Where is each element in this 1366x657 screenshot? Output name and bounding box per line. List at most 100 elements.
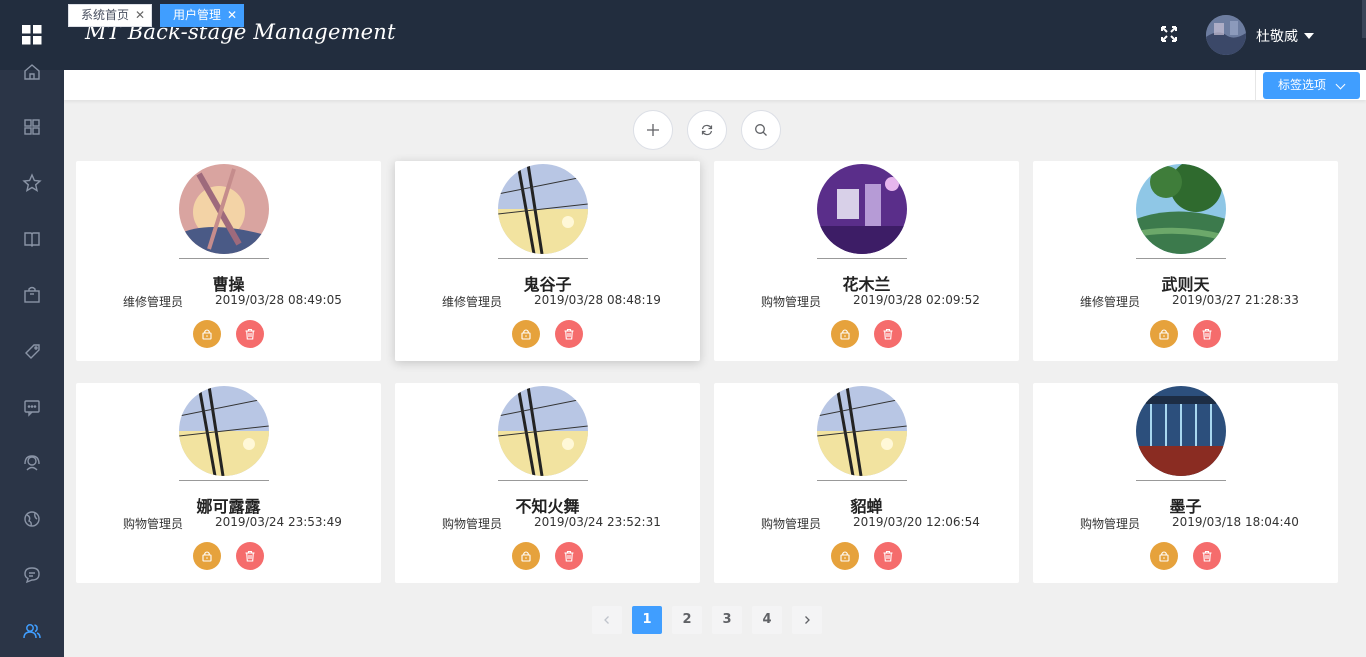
user-role: 购物管理员	[123, 517, 184, 531]
sidebar-item-favorites[interactable]	[22, 173, 42, 193]
scroll-indicator	[1362, 0, 1366, 38]
tab-home[interactable]: 系统首页 ✕	[68, 4, 152, 27]
delete-button[interactable]	[874, 320, 902, 348]
user-card[interactable]: 花木兰 购物管理员 2019/03/28 02:09:52	[714, 161, 1019, 361]
tags-bar	[64, 70, 1366, 100]
lock-button[interactable]	[831, 320, 859, 348]
user-name: 花木兰	[842, 275, 891, 294]
lock-icon	[521, 551, 531, 562]
trash-icon	[883, 550, 893, 562]
user-avatar	[498, 386, 588, 476]
user-avatar[interactable]	[1206, 15, 1246, 55]
message-icon	[24, 400, 40, 417]
fullscreen-icon[interactable]	[1159, 24, 1179, 44]
page-button-3[interactable]: 3	[712, 606, 742, 634]
delete-button[interactable]	[1193, 542, 1221, 570]
grid-menu-icon[interactable]	[22, 25, 42, 45]
user-card[interactable]: 墨子 购物管理员 2019/03/18 18:04:40	[1033, 383, 1338, 583]
user-role: 购物管理员	[761, 517, 822, 531]
user-role: 维修管理员	[123, 295, 184, 309]
user-dropdown-caret-icon[interactable]	[1304, 33, 1314, 39]
divider	[179, 258, 269, 259]
prev-page-button[interactable]	[592, 606, 622, 634]
user-role: 购物管理员	[442, 517, 503, 531]
lock-button[interactable]	[1150, 542, 1178, 570]
search-button[interactable]	[741, 110, 781, 150]
user-name: 娜可露露	[196, 497, 261, 516]
tab-options-button[interactable]: 标签选项	[1263, 72, 1360, 99]
sidebar-item-shop[interactable]	[22, 285, 42, 305]
user-name: 不知火舞	[515, 497, 580, 516]
sidebar-item-users[interactable]	[22, 621, 42, 641]
close-icon[interactable]: ✕	[227, 5, 237, 26]
user-name: 貂蝉	[850, 497, 883, 516]
divider	[1136, 258, 1226, 259]
user-avatar	[1136, 164, 1226, 254]
trash-icon	[883, 328, 893, 340]
user-card[interactable]: 鬼谷子 维修管理员 2019/03/28 08:48:19	[395, 161, 700, 361]
book-icon	[24, 232, 40, 247]
lock-icon	[202, 551, 212, 562]
sidebar-item-messages[interactable]	[22, 397, 42, 417]
delete-button[interactable]	[555, 320, 583, 348]
divider	[498, 258, 588, 259]
lock-icon	[840, 329, 850, 340]
user-role: 购物管理员	[761, 295, 822, 309]
dashboard-icon	[24, 119, 40, 135]
user-created-time: 2019/03/28 08:49:05	[215, 293, 342, 307]
user-card[interactable]: 娜可露露 购物管理员 2019/03/24 23:53:49	[76, 383, 381, 583]
lock-icon	[521, 329, 531, 340]
lock-button[interactable]	[193, 542, 221, 570]
sidebar-item-global[interactable]	[22, 509, 42, 529]
user-card[interactable]: 武则天 维修管理员 2019/03/27 21:28:33	[1033, 161, 1338, 361]
user-avatar	[817, 386, 907, 476]
delete-button[interactable]	[1193, 320, 1221, 348]
user-card[interactable]: 貂蝉购物管理员 2019/03/20 12:06:54	[714, 383, 1019, 583]
user-created-time: 2019/03/24 23:53:49	[215, 515, 342, 529]
user-created-time: 2019/03/18 18:04:40	[1172, 515, 1299, 529]
lock-button[interactable]	[512, 542, 540, 570]
sidebar-item-home[interactable]	[22, 62, 42, 82]
refresh-icon	[701, 124, 713, 136]
trash-icon	[245, 550, 255, 562]
lock-icon	[202, 329, 212, 340]
user-created-time: 2019/03/27 21:28:33	[1172, 293, 1299, 307]
user-name: 武则天	[1161, 275, 1210, 294]
trash-icon	[1202, 550, 1212, 562]
delete-button[interactable]	[555, 542, 583, 570]
tab-user-management[interactable]: 用户管理 ✕	[160, 4, 244, 27]
bag-icon	[24, 286, 40, 303]
trash-icon	[564, 328, 574, 340]
sidebar-item-tags[interactable]	[22, 341, 42, 361]
trash-icon	[245, 328, 255, 340]
page-button-1[interactable]: 1	[632, 606, 662, 634]
user-card[interactable]: 不知火舞 购物管理员 2019/03/24 23:52:31	[395, 383, 700, 583]
next-page-button[interactable]	[792, 606, 822, 634]
sidebar-item-docs[interactable]	[22, 229, 42, 249]
delete-button[interactable]	[874, 542, 902, 570]
delete-button[interactable]	[236, 542, 264, 570]
lock-button[interactable]	[831, 542, 859, 570]
lock-button[interactable]	[193, 320, 221, 348]
users-icon	[23, 624, 41, 639]
lock-button[interactable]	[1150, 320, 1178, 348]
user-created-time: 2019/03/28 08:48:19	[534, 293, 661, 307]
chat-icon	[24, 567, 40, 584]
page-button-2[interactable]: 2	[672, 606, 702, 634]
user-name[interactable]: 杜敬威	[1256, 26, 1298, 46]
add-button[interactable]	[633, 110, 673, 150]
delete-button[interactable]	[236, 320, 264, 348]
user-created-time: 2019/03/20 12:06:54	[853, 515, 980, 529]
sidebar-item-chat[interactable]	[22, 565, 42, 585]
refresh-button[interactable]	[687, 110, 727, 150]
close-icon[interactable]: ✕	[135, 5, 145, 26]
lock-icon	[1159, 329, 1169, 340]
tag-icon	[25, 344, 40, 359]
divider	[1136, 480, 1226, 481]
user-card[interactable]: 曹操 维修管理员 2019/03/28 08:49:05	[76, 161, 381, 361]
lock-button[interactable]	[512, 320, 540, 348]
sidebar-item-dashboard[interactable]	[22, 117, 42, 137]
divider	[498, 480, 588, 481]
sidebar-item-support[interactable]	[22, 453, 42, 473]
page-button-4[interactable]: 4	[752, 606, 782, 634]
